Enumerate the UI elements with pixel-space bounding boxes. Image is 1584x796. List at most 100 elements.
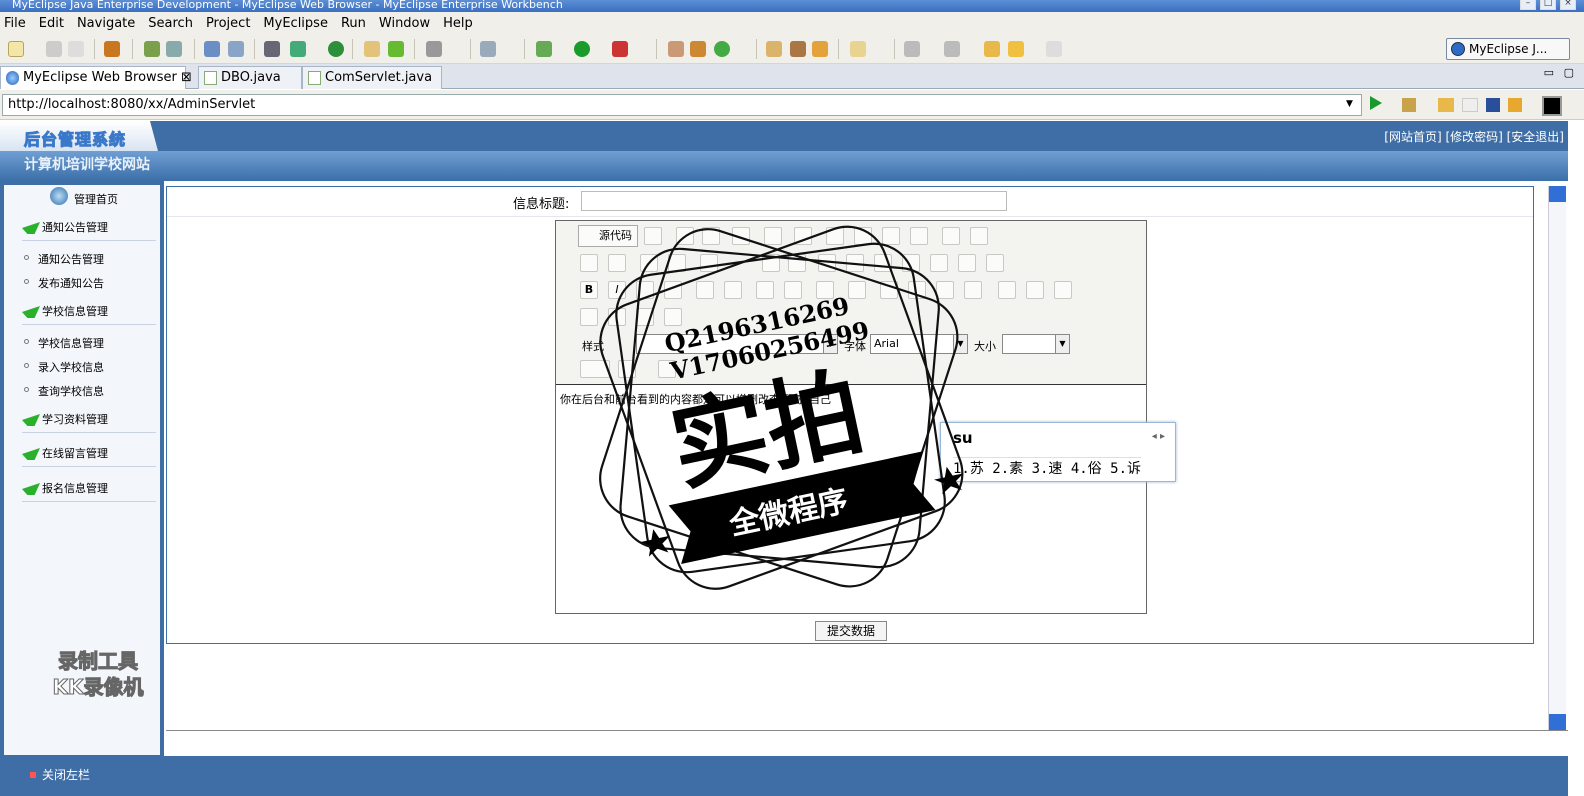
- align-center-icon[interactable]: [908, 281, 926, 299]
- url-input[interactable]: http://localhost:8080/xx/AdminServlet: [2, 94, 1362, 116]
- textfield-icon[interactable]: [846, 254, 864, 272]
- underline-icon[interactable]: [636, 281, 654, 299]
- go-icon[interactable]: [1370, 96, 1382, 110]
- outdent-icon[interactable]: [816, 281, 834, 299]
- close-icon[interactable]: ×: [1560, 0, 1576, 10]
- perspective-button[interactable]: MyEclipse J...: [1446, 38, 1570, 60]
- justify-icon[interactable]: [964, 281, 982, 299]
- menu-search[interactable]: Search: [144, 16, 202, 31]
- server-icon[interactable]: [264, 41, 280, 57]
- editor-body[interactable]: 你在后台和前台看到的内容都是可以增删改查 程序 自己: [560, 391, 831, 407]
- paste-text-icon[interactable]: [882, 227, 900, 245]
- ime-candidates[interactable]: 1.苏 2.素 3.速 4.俗 5.诉: [953, 457, 1142, 478]
- scroll-up-icon[interactable]: [1549, 186, 1566, 202]
- external-tools-icon[interactable]: [612, 41, 628, 57]
- menu-edit[interactable]: Edit: [35, 16, 73, 31]
- save-doc-icon[interactable]: [644, 227, 662, 245]
- save-icon[interactable]: [46, 41, 62, 57]
- sidebar-home[interactable]: 管理首页: [50, 187, 118, 207]
- tab-web-browser[interactable]: MyEclipse Web Browser ⊠: [0, 66, 192, 89]
- sidebar-item-notice-publish[interactable]: 发布通知公告: [22, 275, 104, 291]
- anchor-icon[interactable]: [1054, 281, 1072, 299]
- print-icon[interactable]: [68, 41, 84, 57]
- bug-icon[interactable]: [536, 41, 552, 57]
- screen-icon[interactable]: [1542, 96, 1562, 116]
- prev-annotation-icon[interactable]: [944, 41, 960, 57]
- subscript-icon[interactable]: [696, 281, 714, 299]
- open-type-icon[interactable]: [766, 41, 782, 57]
- superscript-icon[interactable]: [724, 281, 742, 299]
- new-server-icon[interactable]: [290, 41, 306, 57]
- preview-icon[interactable]: [732, 227, 750, 245]
- sidebar-group-messages[interactable]: 在线留言管理: [22, 443, 156, 467]
- textarea-icon[interactable]: [874, 254, 892, 272]
- italic-icon[interactable]: I: [608, 281, 626, 299]
- select-field-icon[interactable]: [902, 254, 920, 272]
- bg-color-icon[interactable]: [618, 360, 636, 378]
- show-blocks-icon[interactable]: [658, 360, 676, 378]
- next-annotation-icon[interactable]: [904, 41, 920, 57]
- sidebar-group-school[interactable]: 学校信息管理: [22, 301, 156, 325]
- sidebar-item-school-manage[interactable]: 学校信息管理: [22, 335, 104, 351]
- favorites-icon[interactable]: [1402, 98, 1416, 112]
- explorer-icon[interactable]: [228, 41, 244, 57]
- browser-forward-icon[interactable]: [1462, 98, 1478, 112]
- undo-icon[interactable]: [580, 254, 598, 272]
- rule-icon[interactable]: [664, 308, 682, 326]
- submit-button[interactable]: 提交数据: [815, 621, 887, 641]
- pin-icon[interactable]: [790, 41, 806, 57]
- back-icon[interactable]: [1008, 41, 1024, 57]
- tab-dbo-java[interactable]: DBO.java: [198, 66, 302, 89]
- sidebar-item-school-query[interactable]: 查询学校信息: [22, 383, 104, 399]
- sidebar-item-school-add[interactable]: 录入学校信息: [22, 359, 104, 375]
- strike-icon[interactable]: [664, 281, 682, 299]
- align-left-icon[interactable]: [880, 281, 898, 299]
- print-icon[interactable]: [942, 227, 960, 245]
- select-all-icon[interactable]: [700, 254, 718, 272]
- sidebar-item-notice-manage[interactable]: 通知公告管理: [22, 251, 104, 267]
- menu-run[interactable]: Run: [337, 16, 375, 31]
- save-icon[interactable]: [676, 227, 694, 245]
- radio-icon[interactable]: [818, 254, 836, 272]
- deploy-icon[interactable]: [166, 41, 182, 57]
- spellcheck-icon[interactable]: [970, 227, 988, 245]
- align-right-icon[interactable]: [936, 281, 954, 299]
- tab-comservlet-java[interactable]: ComServlet.java: [302, 66, 442, 89]
- tab-close-icon[interactable]: ⊠: [181, 70, 192, 85]
- open-resource-icon[interactable]: [812, 41, 828, 57]
- camera-icon[interactable]: [426, 41, 442, 57]
- maximize-icon[interactable]: □: [1540, 0, 1556, 10]
- checkbox-icon[interactable]: [788, 254, 806, 272]
- image-button-icon[interactable]: [958, 254, 976, 272]
- url-dropdown-icon[interactable]: ▼: [1346, 99, 1353, 109]
- flash-icon[interactable]: [608, 308, 626, 326]
- package-icon[interactable]: [104, 41, 120, 57]
- new-class-icon[interactable]: [690, 41, 706, 57]
- top-links[interactable]: [网站首页] [修改密码] [安全退出]: [1384, 128, 1564, 145]
- ime-page-icon[interactable]: ◂ ▸: [1152, 431, 1165, 442]
- template-icon[interactable]: [764, 227, 782, 245]
- cut-icon[interactable]: [794, 227, 812, 245]
- sidebar-group-materials[interactable]: 学习资料管理: [22, 409, 156, 433]
- folder-icon[interactable]: [850, 41, 866, 57]
- redo-icon[interactable]: [608, 254, 626, 272]
- new-icon[interactable]: [8, 41, 24, 57]
- refresh-icon[interactable]: [388, 41, 404, 57]
- stop-icon[interactable]: [1486, 98, 1500, 112]
- maximize-view-icon[interactable]: ▢: [1564, 66, 1574, 79]
- page-scrollbar[interactable]: [1548, 186, 1566, 730]
- sidebar-group-notice[interactable]: 通知公告管理: [22, 217, 156, 241]
- sidebar-group-enrollment[interactable]: 报名信息管理: [22, 478, 156, 502]
- menu-navigate[interactable]: Navigate: [73, 16, 144, 31]
- minimize-icon[interactable]: –: [1520, 0, 1536, 10]
- browser-refresh-icon[interactable]: [1508, 98, 1522, 112]
- menu-help[interactable]: Help: [439, 16, 482, 31]
- text-color-icon[interactable]: [580, 360, 610, 378]
- last-edit-icon[interactable]: [984, 41, 1000, 57]
- button-field-icon[interactable]: [930, 254, 948, 272]
- menu-window[interactable]: Window: [375, 16, 439, 31]
- minimize-view-icon[interactable]: ▭: [1544, 66, 1554, 79]
- menu-project[interactable]: Project: [202, 16, 259, 31]
- browser-back-icon[interactable]: [1438, 98, 1454, 112]
- form-icon[interactable]: [762, 254, 780, 272]
